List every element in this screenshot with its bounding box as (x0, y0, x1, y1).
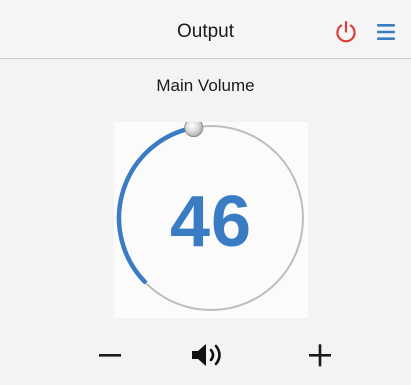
dial-handle[interactable] (184, 122, 204, 138)
output-window: Output Main Volume 46 (0, 0, 411, 385)
minus-icon (99, 354, 121, 357)
power-icon (336, 20, 356, 43)
volume-value: 46 (169, 182, 253, 262)
power-button[interactable] (332, 18, 360, 46)
speaker-icon (192, 344, 221, 366)
menu-icon (377, 24, 395, 40)
menu-button[interactable] (372, 18, 400, 46)
volume-controls (0, 330, 411, 385)
main-volume-label: Main Volume (156, 76, 255, 95)
plus-icon (309, 344, 331, 367)
increase-volume-button[interactable] (296, 330, 344, 380)
decrease-volume-button[interactable] (86, 330, 134, 380)
mute-button[interactable] (184, 330, 232, 380)
title-bar: Output (0, 0, 411, 59)
